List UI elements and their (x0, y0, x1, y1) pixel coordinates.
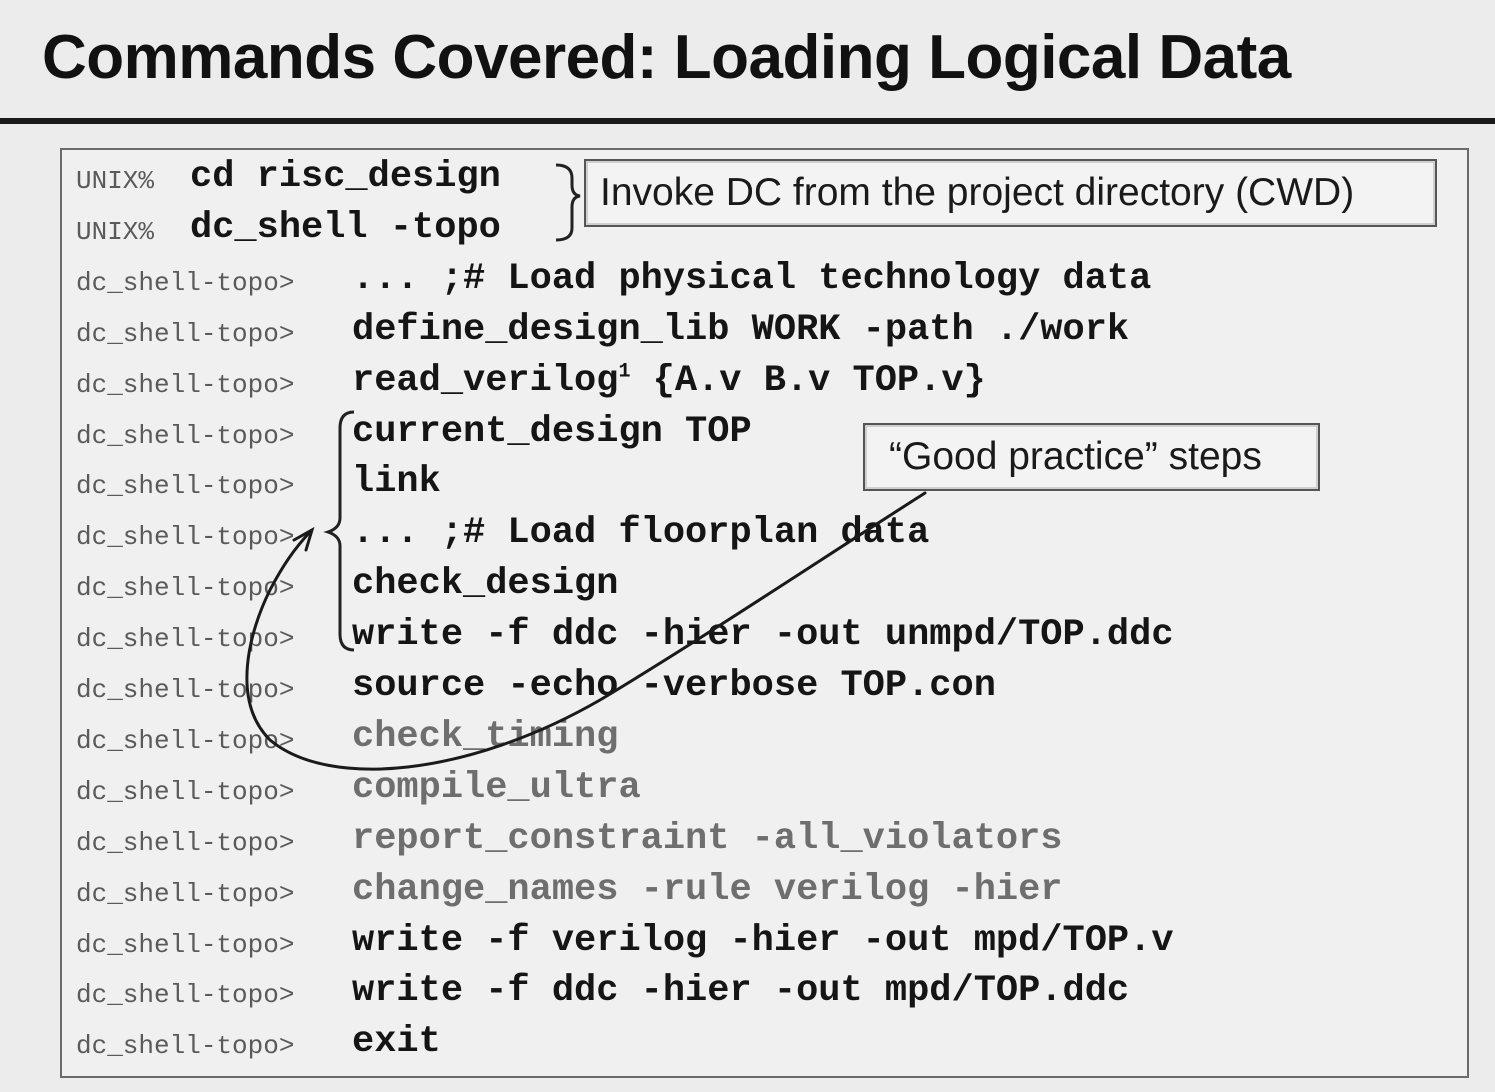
command-text: write -f verilog -hier -out mpd/TOP.v (352, 919, 1174, 962)
command-line: dc_shell-topo> read_verilog1 {A.v B.v TOP… (76, 360, 1456, 412)
shell-prompt: UNIX% (76, 216, 155, 247)
command-text: define_design_lib WORK -path ./work (352, 308, 1130, 351)
callout-good-practice-text: “Good practice” steps (889, 435, 1262, 478)
callout-invoke-text: Invoke DC from the project directory (CW… (600, 171, 1355, 214)
shell-command: current_design TOP (352, 411, 752, 453)
command-line: dc_shell-topo> define_design_lib WORK -pa… (76, 309, 1456, 361)
shell-command: link (352, 461, 441, 503)
command-args: {A.v B.v TOP.v} (630, 359, 986, 402)
shell-prompt: dc_shell-topo> (76, 827, 295, 858)
shell-command: ... ;# Load physical technology data (352, 258, 1151, 300)
command-line: dc_shell-topo> ... ;# Load physical techn… (76, 258, 1456, 310)
callout-invoke-dc: Invoke DC from the project directory (CW… (584, 159, 1437, 227)
shell-command: check_timing (352, 716, 618, 758)
shell-prompt: dc_shell-topo> (76, 318, 295, 349)
command-line: dc_shell-topo> write -f verilog -hier -ou… (76, 920, 1456, 972)
command-text: check_design (352, 563, 619, 606)
shell-command: ... ;# Load floorplan data (352, 512, 929, 554)
shell-prompt: dc_shell-topo> (76, 522, 295, 553)
command-text: change_names -rule verilog -hier (352, 868, 1063, 911)
shell-prompt: dc_shell-topo> (76, 420, 295, 451)
command-line: dc_shell-topo> write -f ddc -hier -out mp… (76, 970, 1456, 1022)
shell-prompt: dc_shell-topo> (76, 675, 295, 705)
shell-prompt: dc_shell-topo> (76, 776, 295, 807)
command-line: dc_shell-topo> check_timing (76, 716, 1456, 768)
shell-prompt: dc_shell-topo> (76, 980, 295, 1011)
command-line: dc_shell-topo> source -echo -verbose TOP.… (76, 665, 1456, 717)
shell-prompt: dc_shell-topo> (76, 1031, 295, 1062)
shell-command: report_constraint -all_violators (352, 818, 1063, 860)
shell-command: change_names -rule verilog -hier (352, 869, 1063, 911)
command-text: exit (352, 1021, 441, 1064)
shell-command: compile_ultra (352, 767, 641, 809)
command-line: dc_shell-topo> exit (76, 1021, 1456, 1073)
shell-prompt: dc_shell-topo> (76, 929, 295, 960)
command-text: write -f ddc -hier -out mpd/TOP.ddc (352, 970, 1130, 1013)
command-text: ... ;# Load physical technology data (352, 257, 1152, 300)
title-divider (0, 118, 1495, 124)
command-text: report_constraint -all_violators (352, 817, 1063, 860)
command-line: dc_shell-topo> report_constraint -all_vio… (76, 818, 1456, 870)
shell-prompt: dc_shell-topo> (76, 725, 295, 756)
command-text: read_verilog (352, 359, 619, 402)
shell-command: cd risc_design (190, 156, 501, 198)
command-text: cd risc_design (190, 156, 501, 198)
shell-command: write -f verilog -hier -out mpd/TOP.v (352, 920, 1174, 962)
shell-prompt: dc_shell-topo> (76, 369, 295, 400)
shell-command: define_design_lib WORK -path ./work (352, 309, 1129, 351)
command-line: dc_shell-topo> ... ;# Load floorplan data (76, 512, 1456, 564)
command-text: dc_shell -topo (190, 206, 501, 249)
shell-prompt: UNIX% (76, 166, 155, 196)
shell-prompt: dc_shell-topo> (76, 878, 295, 909)
command-text: check_timing (352, 715, 619, 758)
command-line: dc_shell-topo> check_design (76, 563, 1456, 615)
command-text: link (352, 461, 441, 504)
footnote-marker: 1 (618, 360, 631, 384)
command-text: compile_ultra (352, 766, 641, 809)
shell-command: read_verilog1 {A.v B.v TOP.v} (352, 360, 986, 402)
command-line: dc_shell-topo> compile_ultra (76, 767, 1456, 819)
page-title: Commands Covered: Loading Logical Data (42, 23, 1291, 92)
command-text: current_design TOP (352, 410, 752, 453)
shell-command: dc_shell -topo (190, 207, 501, 249)
shell-command: exit (352, 1021, 441, 1063)
shell-prompt: dc_shell-topo> (76, 624, 295, 655)
command-text: source -echo -verbose TOP.con (352, 665, 996, 707)
callout-good-practice: “Good practice” steps (863, 423, 1320, 491)
shell-command: source -echo -verbose TOP.con (352, 665, 996, 707)
shell-command: write -f ddc -hier -out mpd/TOP.ddc (352, 970, 1129, 1012)
shell-command: check_design (352, 563, 618, 605)
shell-prompt: dc_shell-topo> (76, 573, 295, 604)
shell-command: write -f ddc -hier -out unmpd/TOP.ddc (352, 614, 1174, 656)
command-text: write -f ddc -hier -out unmpd/TOP.ddc (352, 614, 1174, 657)
shell-prompt: dc_shell-topo> (76, 267, 295, 298)
command-line: dc_shell-topo> change_names -rule verilog… (76, 869, 1456, 921)
command-line: dc_shell-topo> write -f ddc -hier -out un… (76, 614, 1456, 666)
command-text: ... ;# Load floorplan data (352, 512, 930, 555)
shell-prompt: dc_shell-topo> (76, 471, 295, 502)
